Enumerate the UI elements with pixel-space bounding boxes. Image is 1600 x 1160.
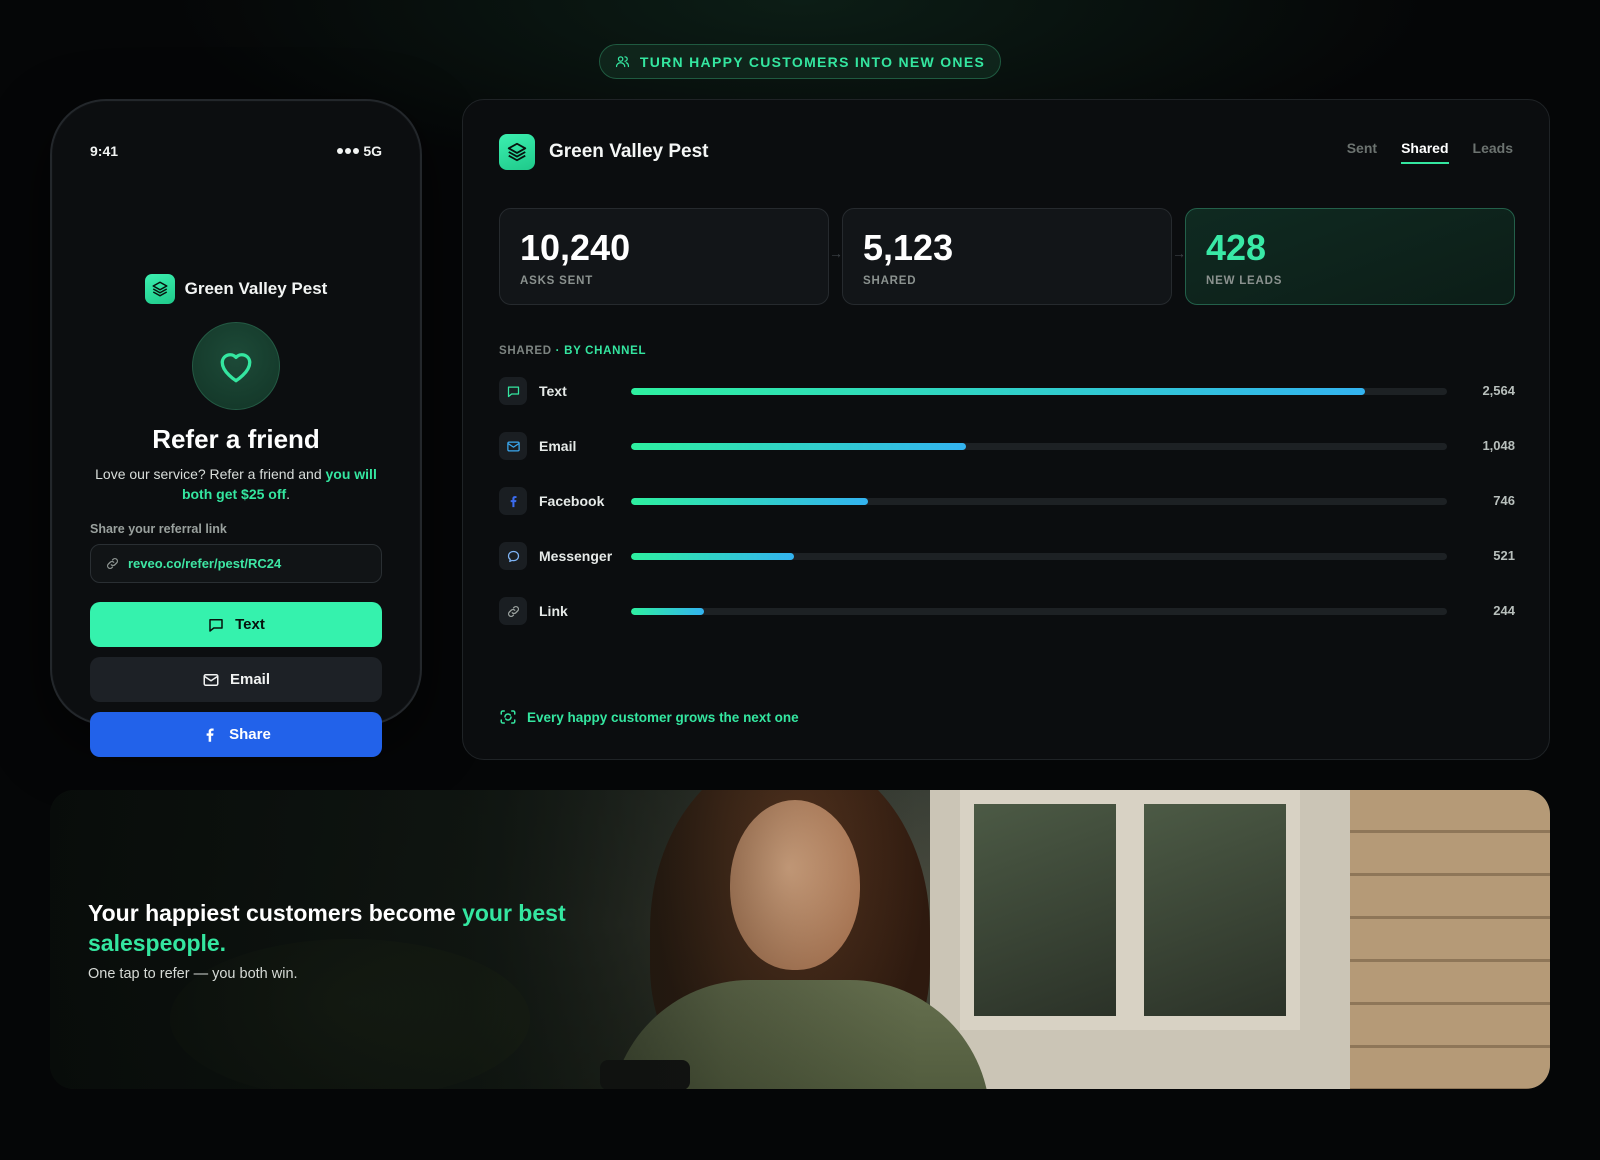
layers-logo-icon	[144, 274, 175, 304]
banner-title-text: Your happiest customers become	[88, 900, 463, 926]
channel-bar-fill	[631, 443, 966, 450]
channel-value: 1,048	[1482, 438, 1515, 453]
headline-pill: TURN HAPPY CUSTOMERS INTO NEW ONES	[599, 44, 1001, 79]
channel-row-email: Email 1,048	[499, 432, 1515, 487]
section-label-highlight: · BY CHANNEL	[555, 345, 647, 357]
dashboard-brand: Green Valley Pest	[499, 134, 709, 170]
dashboard-tabs: Sent Shared Leads	[1347, 140, 1513, 164]
channel-name: Facebook	[539, 493, 605, 509]
banner-text: Your happiest customers become your best…	[88, 898, 608, 982]
email-share-button[interactable]: Email	[90, 657, 382, 702]
signal-icon	[337, 148, 360, 154]
phone-mockup: 9:41 5G Green Valley Pest Refer a friend…	[50, 99, 422, 757]
referral-link-field[interactable]: reveo.co/refer/pest/RC24	[90, 544, 382, 583]
arrow-right-icon: →	[829, 245, 843, 261]
refer-desc-text: Love our service? Refer a friend and	[95, 466, 326, 482]
link-icon	[107, 558, 118, 569]
section-label-text: SHARED	[499, 345, 552, 357]
channel-section-label: SHARED · BY CHANNEL	[499, 345, 646, 357]
stat-value: 428	[1206, 227, 1267, 268]
headline-pill-label: TURN HAPPY CUSTOMERS INTO NEW ONES	[639, 53, 986, 70]
arrow-right-icon: →	[1172, 245, 1186, 261]
channel-name: Email	[539, 438, 577, 454]
channel-value: 746	[1493, 493, 1515, 508]
hero-banner: Your happiest customers become your best…	[50, 790, 1550, 1089]
tab-shared[interactable]: Shared	[1401, 140, 1449, 164]
channel-bar-fill	[631, 553, 795, 560]
channel-value: 2,564	[1482, 383, 1515, 398]
refer-desc-end: .	[286, 486, 291, 502]
channel-bar-track	[631, 388, 1447, 395]
channel-row-messenger: Messenger 521	[499, 542, 1515, 597]
chat-icon	[209, 618, 223, 632]
banner-title: Your happiest customers become your best…	[88, 898, 608, 958]
status-bar: 9:41 5G	[90, 143, 382, 159]
stat-value: 10,240	[520, 227, 631, 268]
mail-icon	[499, 432, 527, 460]
users-icon	[615, 56, 629, 68]
status-time: 9:41	[90, 143, 119, 159]
refresh-cycle-icon	[500, 710, 516, 724]
dashboard-footnote: Every happy customer grows the next one	[499, 708, 799, 726]
channel-name: Link	[539, 603, 568, 619]
stat-asks-sent: 10,240 ASKS SENT	[499, 208, 829, 305]
channel-bar-fill	[631, 608, 705, 615]
channel-bar-track	[631, 553, 1447, 560]
refer-title: Refer a friend	[152, 424, 320, 454]
phone-brand: Green Valley Pest	[90, 274, 382, 304]
facebook-share-label: Share	[229, 726, 271, 743]
heart-icon	[220, 353, 252, 383]
text-share-label: Text	[235, 616, 265, 633]
messenger-icon	[499, 542, 527, 570]
referral-link-label: Share your referral link	[90, 522, 227, 536]
channel-bar-track	[631, 608, 1447, 615]
referral-dashboard-card: Green Valley Pest Sent Shared Leads 10,2…	[462, 99, 1550, 760]
channel-bar-fill	[631, 498, 868, 505]
email-share-label: Email	[229, 671, 271, 688]
stat-value: 5,123	[863, 227, 954, 268]
tab-sent[interactable]: Sent	[1347, 140, 1377, 164]
mail-icon	[203, 673, 219, 686]
chat-icon	[499, 377, 527, 405]
status-network: 5G	[363, 143, 382, 159]
channel-value: 244	[1493, 603, 1515, 618]
refer-description: Love our service? Refer a friend and you…	[90, 464, 382, 504]
phone-brand-name: Green Valley Pest	[184, 279, 328, 298]
channel-value: 521	[1493, 548, 1515, 563]
dashboard-brand-name: Green Valley Pest	[549, 141, 709, 162]
text-share-button[interactable]: Text	[90, 602, 382, 647]
tab-leads[interactable]: Leads	[1473, 140, 1513, 164]
channel-row-text: Text 2,564	[499, 377, 1515, 432]
channel-row-facebook: Facebook 746	[499, 487, 1515, 542]
facebook-icon	[499, 487, 527, 515]
channel-name: Messenger	[539, 548, 613, 564]
channel-bar-track	[631, 498, 1447, 505]
link-icon	[499, 597, 527, 625]
stat-shared: 5,123 SHARED	[842, 208, 1172, 305]
referral-link-value: reveo.co/refer/pest/RC24	[128, 556, 282, 571]
channel-name: Text	[539, 383, 567, 399]
stat-new-leads: 428 NEW LEADS	[1185, 208, 1515, 305]
stats-row: 10,240 ASKS SENT → 5,123 SHARED → 428 NE…	[499, 208, 1515, 305]
channel-list: Text 2,564 Email 1,048 Facebook 746 Mess…	[499, 377, 1515, 652]
facebook-icon	[206, 727, 214, 742]
stat-label: NEW LEADS	[1206, 275, 1283, 287]
facebook-share-button[interactable]: Share	[90, 712, 382, 757]
footnote-text: Every happy customer grows the next one	[527, 709, 799, 725]
channel-bar-track	[631, 443, 1447, 450]
stat-label: ASKS SENT	[520, 275, 594, 287]
heart-badge	[192, 322, 280, 410]
stat-label: SHARED	[863, 275, 917, 287]
channel-row-link: Link 244	[499, 597, 1515, 652]
banner-subtitle: One tap to refer — you both win.	[88, 966, 298, 982]
channel-bar-fill	[631, 388, 1366, 395]
layers-logo-icon	[499, 134, 535, 170]
